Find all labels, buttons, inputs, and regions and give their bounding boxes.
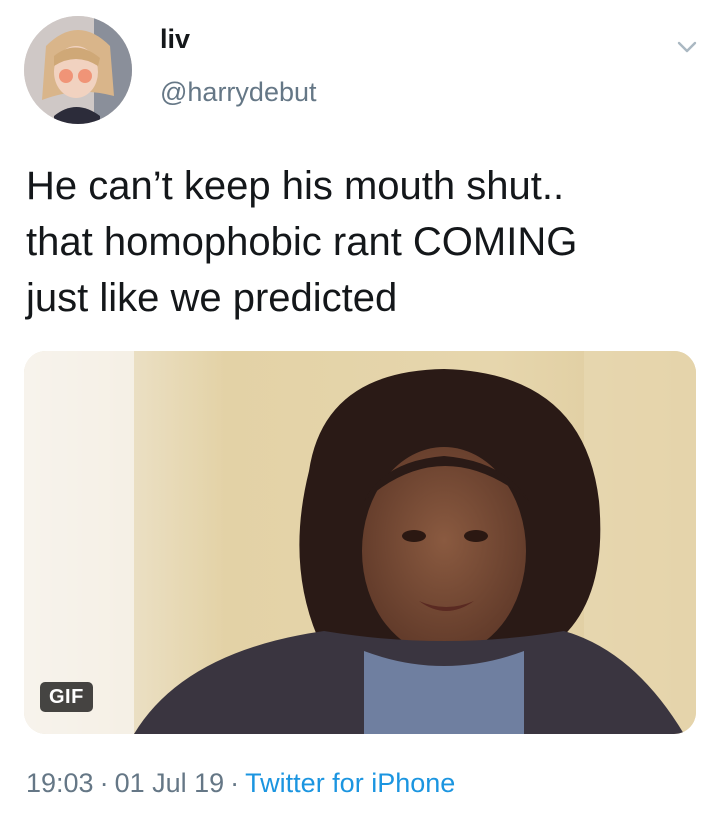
tweet-source-link[interactable]: Twitter for iPhone [245,768,455,798]
meta-separator: · [230,768,240,798]
user-handle[interactable]: @harrydebut [160,76,317,108]
tweet-time: 19:03 [26,768,94,798]
gif-badge: GIF [40,682,93,712]
gif-media[interactable]: GIF [24,351,696,734]
avatar[interactable] [24,16,132,124]
chevron-down-icon[interactable] [672,32,702,62]
display-name[interactable]: liv [160,24,190,54]
tweet-meta: 19:03 · 01 Jul 19 · Twitter for iPhone [26,766,455,800]
meta-separator: · [99,768,109,798]
tweet-text: He can’t keep his mouth shut.. that homo… [26,164,578,320]
tweet-date: 01 Jul 19 [114,768,225,798]
tweet-card: liv @harrydebut He can’t keep his mouth … [0,0,720,825]
